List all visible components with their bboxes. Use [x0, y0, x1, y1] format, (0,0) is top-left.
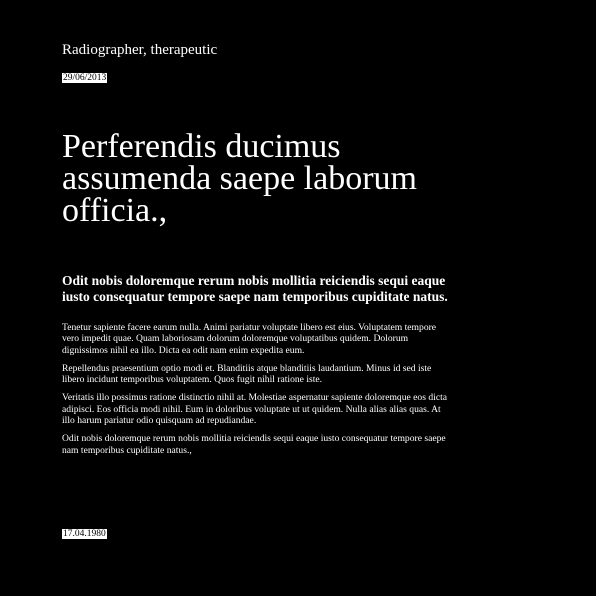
subheading: Odit nobis doloremque rerum nobis mollit… — [62, 273, 448, 304]
document-category: Radiographer, therapeutic — [62, 42, 218, 58]
body-text: Tenetur sapiente facere earum nulla. Ani… — [62, 322, 452, 463]
paragraph: Veritatis illo possimus ratione distinct… — [62, 392, 447, 427]
headline: Perferendis ducimus assumenda saepe labo… — [62, 128, 417, 229]
paragraph: Tenetur sapiente facere earum nulla. Ani… — [62, 322, 437, 356]
footer-date: 17.04.1980 — [62, 529, 107, 539]
paragraph: Odit nobis doloremque rerum nobis mollit… — [62, 433, 446, 456]
paragraph: Repellendus praesentium optio modi et. B… — [62, 362, 432, 386]
publish-date: 29/06/2013 — [62, 73, 108, 83]
